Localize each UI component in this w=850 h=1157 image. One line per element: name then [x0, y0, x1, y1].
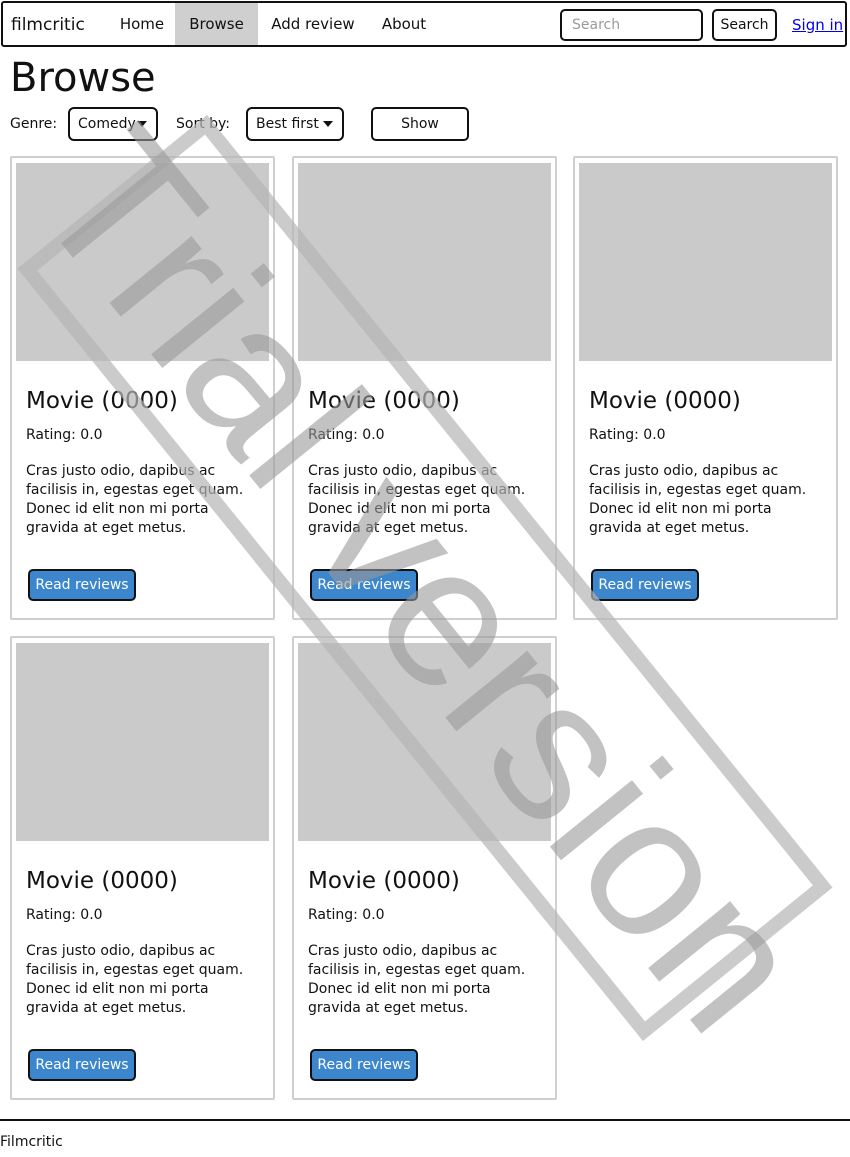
movie-description: Cras justo odio, dapibus ac facilisis in…: [26, 943, 244, 1016]
movie-description: Cras justo odio, dapibus ac facilisis in…: [589, 463, 807, 536]
genre-dropdown[interactable]: Comedy: [68, 107, 158, 141]
brand-logo[interactable]: filmcritic: [11, 15, 85, 35]
movie-card: Movie (0000) Rating: 0.0 Cras justo odio…: [292, 156, 557, 620]
movie-title: Movie (0000): [589, 388, 741, 414]
movie-rating: Rating: 0.0: [26, 907, 103, 923]
search-button[interactable]: Search: [712, 9, 777, 41]
movie-rating: Rating: 0.0: [26, 427, 103, 443]
movie-image-placeholder: [16, 643, 269, 841]
show-button[interactable]: Show: [371, 107, 469, 141]
sort-label: Sort by:: [176, 116, 231, 132]
movie-image-placeholder: [16, 163, 269, 361]
read-reviews-button[interactable]: Read reviews: [310, 569, 418, 601]
movie-rating: Rating: 0.0: [308, 907, 385, 923]
footer-text: Filmcritic: [0, 1134, 63, 1150]
sort-dropdown[interactable]: Best first: [246, 107, 344, 141]
movie-image-placeholder: [298, 643, 551, 841]
caret-down-icon: [137, 121, 147, 127]
footer-divider: [0, 1119, 850, 1121]
movie-rating: Rating: 0.0: [589, 427, 666, 443]
read-reviews-button[interactable]: Read reviews: [28, 569, 136, 601]
caret-down-icon: [323, 121, 333, 127]
read-reviews-button[interactable]: Read reviews: [310, 1049, 418, 1081]
movie-description: Cras justo odio, dapibus ac facilisis in…: [308, 463, 526, 536]
page: filmcritic Home Browse Add review About …: [0, 0, 850, 1157]
nav-item-home[interactable]: Home: [107, 3, 177, 45]
movie-title: Movie (0000): [308, 388, 460, 414]
movie-title: Movie (0000): [26, 388, 178, 414]
movie-card: Movie (0000) Rating: 0.0 Cras justo odio…: [10, 636, 275, 1100]
movie-image-placeholder: [298, 163, 551, 361]
genre-dropdown-value: Comedy: [78, 116, 136, 132]
genre-label: Genre:: [10, 116, 58, 132]
movie-title: Movie (0000): [26, 868, 178, 894]
movie-rating: Rating: 0.0: [308, 427, 385, 443]
sign-in-link[interactable]: Sign in: [792, 16, 843, 34]
movie-description: Cras justo odio, dapibus ac facilisis in…: [26, 463, 244, 536]
search-input[interactable]: [560, 9, 703, 41]
movie-card: Movie (0000) Rating: 0.0 Cras justo odio…: [292, 636, 557, 1100]
sort-dropdown-value: Best first: [256, 116, 319, 132]
nav-item-about[interactable]: About: [371, 3, 437, 45]
movie-image-placeholder: [579, 163, 832, 361]
navbar: filmcritic Home Browse Add review About …: [1, 1, 847, 47]
read-reviews-button[interactable]: Read reviews: [591, 569, 699, 601]
read-reviews-button[interactable]: Read reviews: [28, 1049, 136, 1081]
nav-item-add-review[interactable]: Add review: [263, 3, 363, 45]
movie-title: Movie (0000): [308, 868, 460, 894]
movie-card: Movie (0000) Rating: 0.0 Cras justo odio…: [573, 156, 838, 620]
movie-card: Movie (0000) Rating: 0.0 Cras justo odio…: [10, 156, 275, 620]
page-title: Browse: [10, 55, 156, 101]
nav-item-browse[interactable]: Browse: [175, 3, 258, 45]
movie-description: Cras justo odio, dapibus ac facilisis in…: [308, 943, 526, 1016]
